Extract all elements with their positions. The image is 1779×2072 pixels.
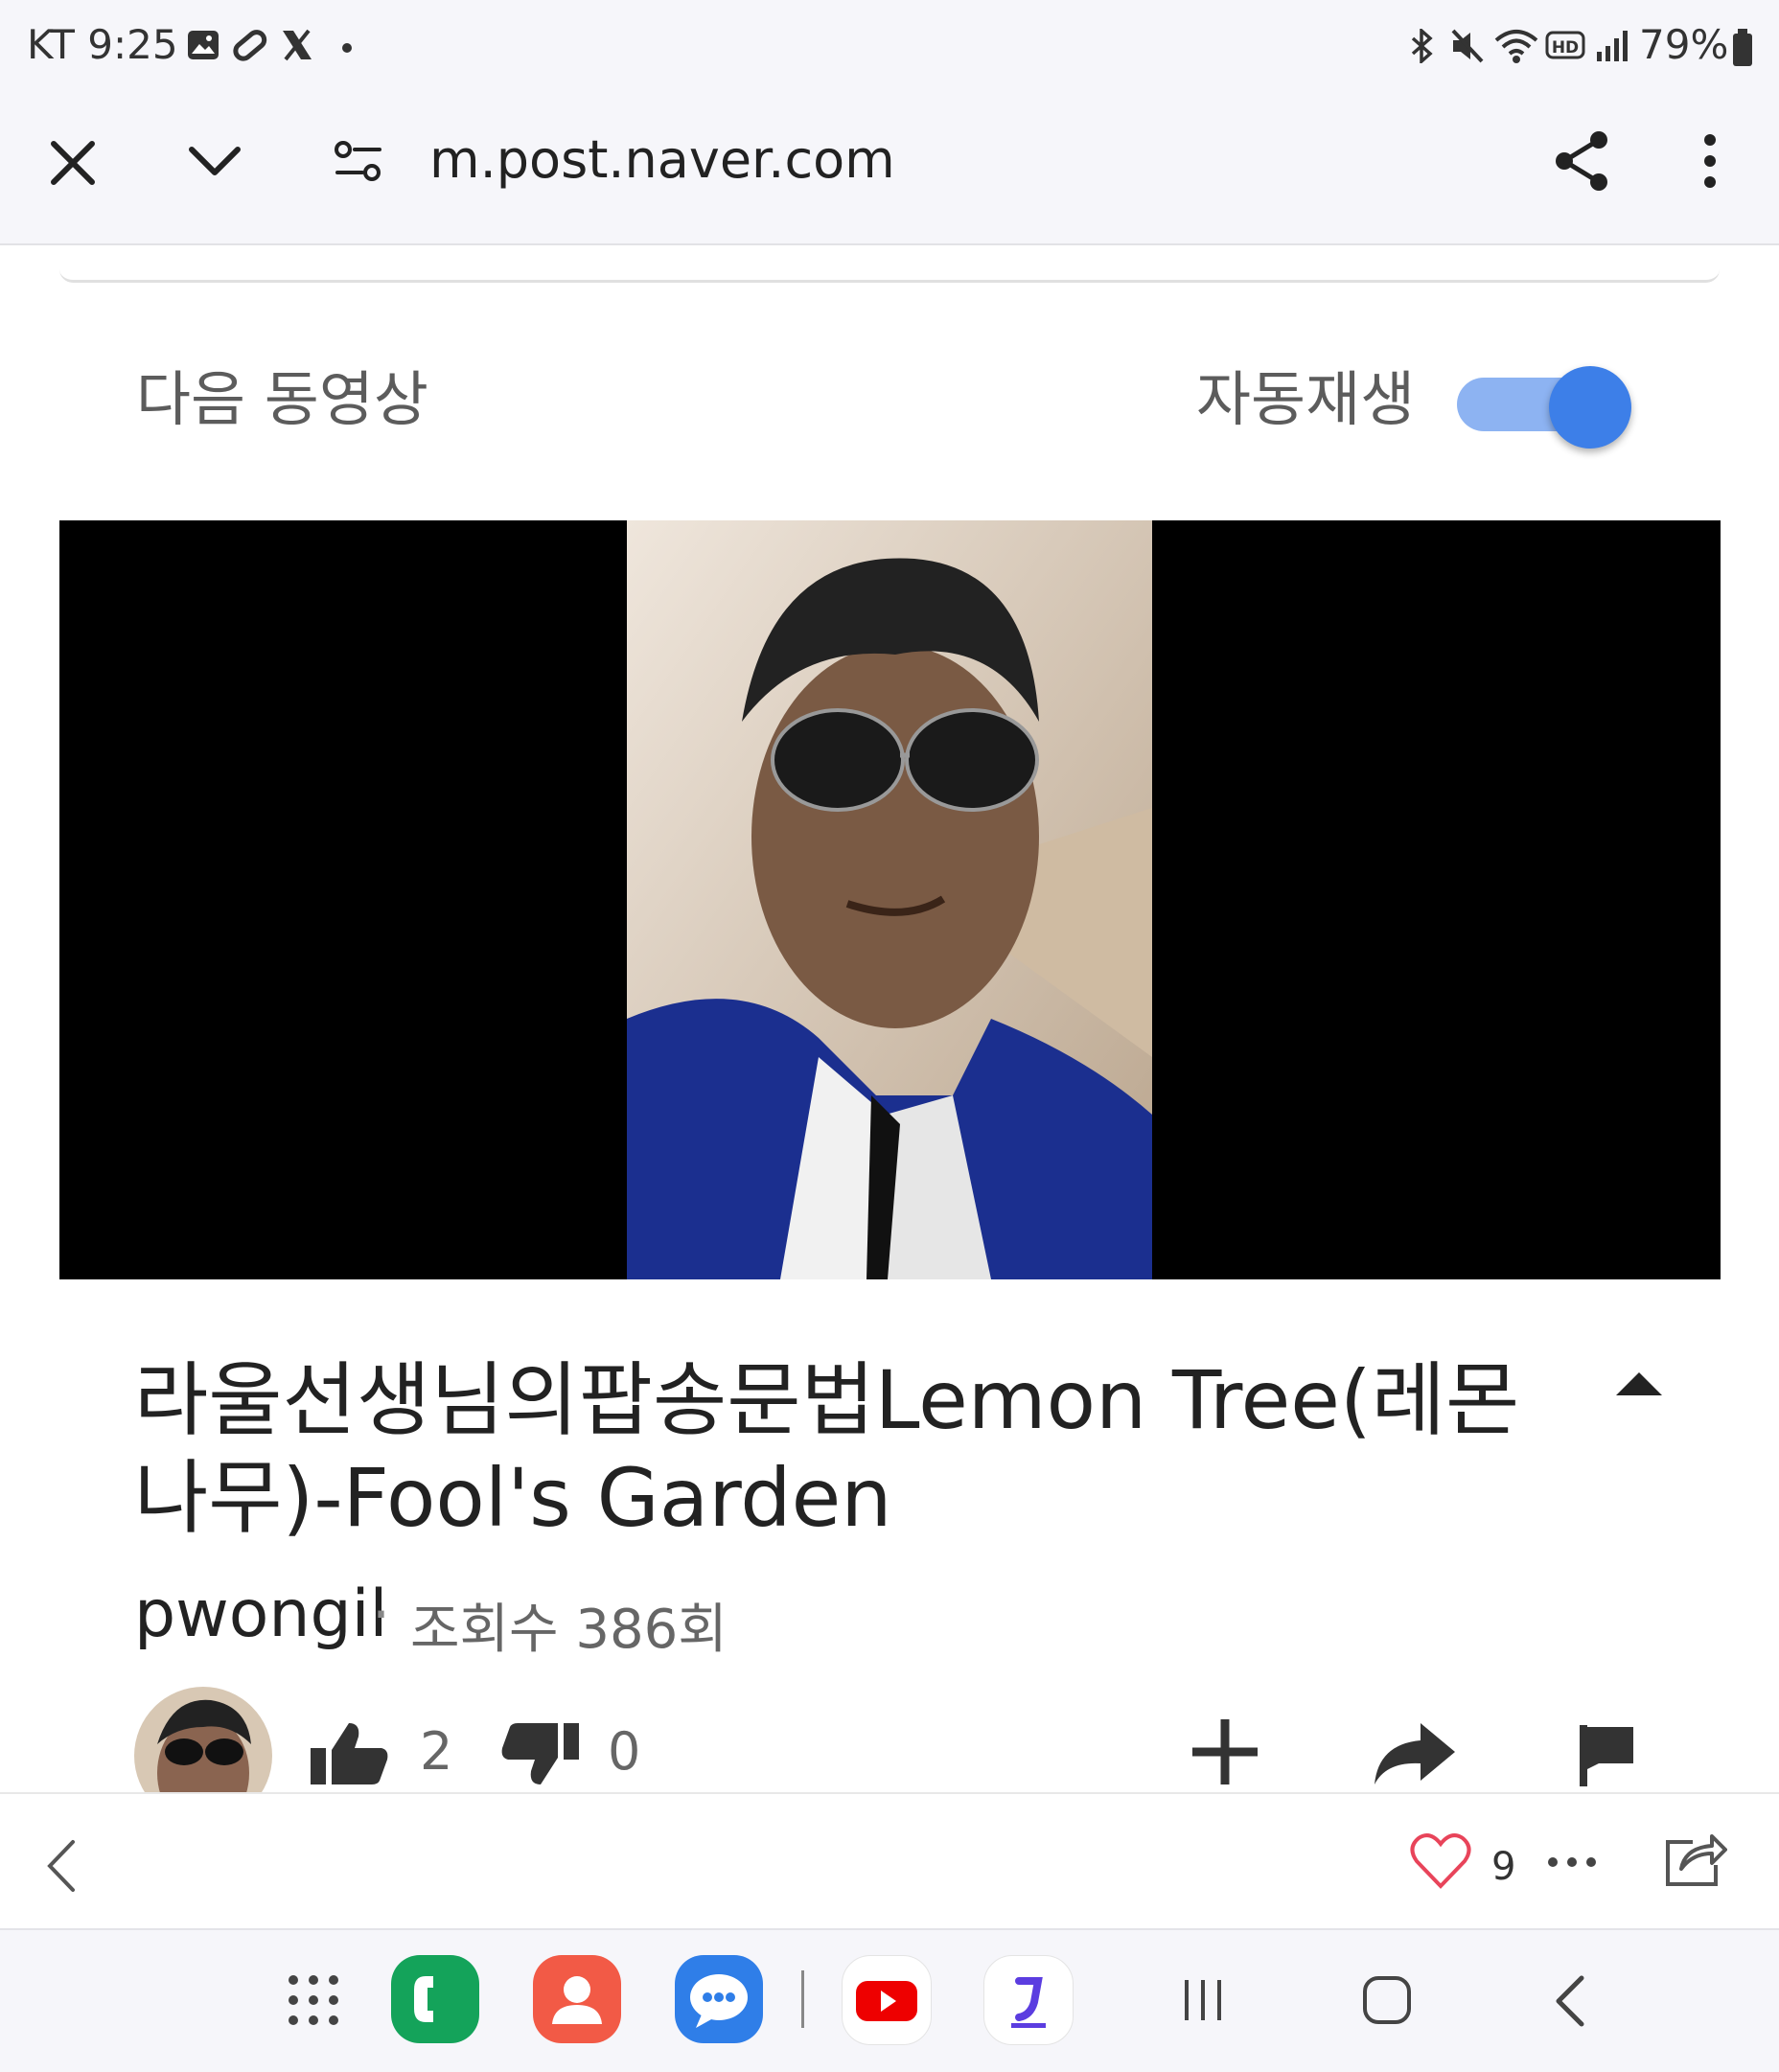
more-notifications-dot-icon <box>342 43 352 53</box>
toggle-knob <box>1549 366 1631 449</box>
video-title: 라울선생님의팝송문법Lemon Tree(레몬 나무)-Fool's Garde… <box>134 1353 1520 1545</box>
phone-app-icon[interactable] <box>391 1955 479 2043</box>
share-icon[interactable] <box>1553 130 1612 192</box>
mute-icon <box>1451 29 1484 63</box>
recents-nav-icon[interactable] <box>1179 1976 1227 2024</box>
external-share-icon[interactable] <box>1664 1830 1727 1888</box>
back-chevron-icon[interactable] <box>44 1838 77 1894</box>
site-settings-icon[interactable] <box>334 140 383 184</box>
gallery-notification-icon <box>188 31 219 59</box>
like-icon[interactable] <box>307 1721 393 1786</box>
autoplay-toggle[interactable] <box>1457 366 1631 449</box>
meta-separator: · <box>372 1581 391 1648</box>
home-nav-icon[interactable] <box>1361 1974 1413 2026</box>
more-dots-icon[interactable] <box>1547 1855 1597 1869</box>
status-carrier-time: KT 9:25 <box>27 21 178 68</box>
bluetooth-icon <box>1411 29 1433 63</box>
next-video-heading: 다음 동영상 <box>136 364 428 434</box>
contacts-app-icon[interactable] <box>533 1955 621 2043</box>
channel-name[interactable]: pwongil <box>134 1577 387 1652</box>
messages-app-icon[interactable] <box>675 1955 763 2043</box>
battery-icon <box>1733 29 1752 66</box>
video-thumbnail <box>627 520 1152 1279</box>
like-count: 2 <box>420 1721 453 1782</box>
collapse-caret-icon[interactable] <box>1612 1369 1666 1399</box>
close-icon[interactable] <box>48 138 98 188</box>
dislike-icon[interactable] <box>497 1721 583 1786</box>
autoplay-label: 자동재생 <box>1196 364 1416 434</box>
report-flag-icon[interactable] <box>1578 1723 1637 1788</box>
url-bar[interactable]: m.post.naver.com <box>429 129 895 190</box>
heart-icon[interactable] <box>1409 1832 1472 1890</box>
back-nav-icon[interactable] <box>1553 1974 1587 2028</box>
x-app-notification-icon <box>283 29 312 61</box>
more-options-icon[interactable] <box>1700 132 1720 190</box>
youtube-app-icon[interactable] <box>842 1955 932 2045</box>
wifi-icon <box>1494 30 1538 63</box>
pill-notification-icon <box>233 30 267 61</box>
dislike-count: 0 <box>608 1721 641 1782</box>
signal-icon <box>1597 31 1628 61</box>
recent-app-icon[interactable] <box>983 1955 1074 2045</box>
svg-text:HD: HD <box>1552 38 1579 58</box>
card-divider <box>59 268 1720 283</box>
heart-count: 9 <box>1491 1845 1516 1889</box>
battery-percentage: 79% <box>1639 21 1729 68</box>
add-to-playlist-icon[interactable] <box>1189 1715 1261 1788</box>
hd-voice-icon: HD <box>1545 31 1585 59</box>
dock-divider <box>801 1970 804 2028</box>
view-count: 조회수 386회 <box>410 1599 728 1661</box>
chevron-down-icon[interactable] <box>188 144 242 178</box>
app-drawer-icon[interactable] <box>288 1974 339 2026</box>
video-player[interactable] <box>59 520 1721 1279</box>
share-video-icon[interactable] <box>1371 1721 1457 1786</box>
